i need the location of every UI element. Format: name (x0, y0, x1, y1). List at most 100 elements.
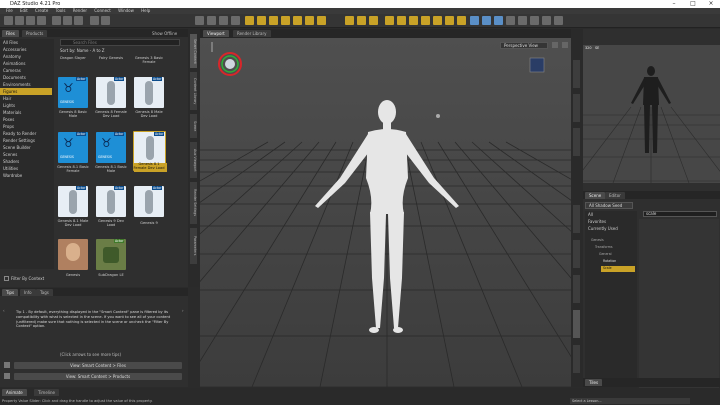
vtab-right-5[interactable] (572, 239, 581, 269)
active-pose-icon[interactable] (245, 16, 254, 25)
viewport-options-icon[interactable] (552, 42, 558, 48)
item-thumb-subdragon[interactable]: Actor (96, 239, 126, 270)
item-thumb-genesis81-male-dev[interactable]: Actor (58, 186, 88, 217)
item-thumb-genesis9[interactable]: Actor (134, 186, 164, 217)
sort-label[interactable]: Sort by: Name - A to Z (60, 48, 105, 53)
manipulator-icon[interactable] (195, 16, 204, 25)
undo-icon[interactable] (90, 16, 99, 25)
vtab-render-settings[interactable]: Render Settings (189, 181, 198, 225)
vtab-right-8[interactable] (572, 344, 581, 374)
tab-timeline[interactable]: Timeline (34, 389, 60, 396)
tab-viewport[interactable]: Viewport (203, 30, 229, 37)
lighting-icon[interactable] (530, 16, 539, 25)
node-dropdown[interactable]: All Shadow Seed (585, 202, 633, 209)
render-icon[interactable] (470, 16, 479, 25)
category-hair[interactable]: Hair (0, 95, 52, 102)
aux-viewport[interactable] (572, 45, 720, 184)
search-input[interactable]: Search Files (60, 39, 180, 46)
category-anatomy[interactable]: Anatomy (0, 53, 52, 60)
daz-connect-icon[interactable] (542, 16, 551, 25)
light-tool-icon[interactable] (457, 16, 466, 25)
show-offline-label[interactable]: Show Offline (152, 31, 177, 36)
category-render-settings[interactable]: Render Settings (0, 137, 52, 144)
tab-editor[interactable]: Editor (605, 192, 625, 199)
item-thumb-genesis81-basic-female[interactable]: ♉ GENESIS Actor (58, 132, 88, 163)
tree-genesis[interactable]: Genesis (591, 238, 631, 242)
next-tip-icon[interactable]: › (182, 308, 188, 338)
tab-tags[interactable]: Tags (36, 289, 53, 296)
param-group-all[interactable]: All (585, 211, 637, 218)
camera-select-icon[interactable] (518, 16, 527, 25)
category-shaders[interactable]: Shaders (0, 158, 52, 165)
category-materials[interactable]: Materials (0, 109, 52, 116)
vtab-scene[interactable]: Scene (189, 113, 198, 139)
param-group-currently-used[interactable]: Currently Used (585, 225, 637, 232)
category-accessories[interactable]: Accessories (0, 46, 52, 53)
tab-files[interactable]: Files (2, 30, 19, 37)
category-poses[interactable]: Poses (0, 116, 52, 123)
category-figures[interactable]: Figures (0, 88, 52, 95)
category-props[interactable]: Props (0, 123, 52, 130)
category-scene-builder[interactable]: Scene Builder (0, 144, 52, 151)
item-thumb-genesis8-female-dev[interactable]: Actor (96, 77, 126, 108)
category-scenes[interactable]: Scenes (0, 151, 52, 158)
tab-info[interactable]: Info (20, 289, 36, 296)
tab-products[interactable]: Products (22, 30, 48, 37)
maximize-icon[interactable]: □ (684, 0, 702, 8)
item-thumb-genesis[interactable] (58, 239, 88, 270)
help-icon[interactable] (554, 16, 563, 25)
grab-icon[interactable] (385, 16, 394, 25)
draw-style-icon[interactable] (506, 16, 515, 25)
vtab-right-6[interactable] (572, 274, 581, 304)
pin-icon[interactable] (257, 16, 266, 25)
export-icon[interactable] (74, 16, 83, 25)
tab-tips[interactable]: Tips (2, 289, 19, 296)
view-smart-content-files-button[interactable]: View: Smart Content > Files (14, 362, 182, 369)
lesson-dropdown[interactable]: Select a Lesson... (570, 398, 690, 404)
vtab-right-2[interactable] (572, 93, 581, 123)
category-documents[interactable]: Documents (0, 74, 52, 81)
node-selection-icon[interactable] (207, 16, 216, 25)
close-icon[interactable]: × (702, 0, 720, 8)
figure-tool-icon[interactable] (397, 16, 406, 25)
nav-cube-icon[interactable] (529, 57, 545, 73)
region-nav-icon[interactable] (231, 16, 240, 25)
category-environments[interactable]: Environments (0, 81, 52, 88)
camera-dropdown[interactable]: Perspective View (500, 42, 548, 49)
redo-icon[interactable] (101, 16, 110, 25)
vtab-content-library[interactable]: Content Library (189, 71, 198, 111)
category-all-files[interactable]: All Files (0, 39, 52, 46)
tab-scene-right[interactable]: Scene (585, 192, 606, 199)
joint-editor-icon[interactable] (269, 16, 278, 25)
tree-transforms[interactable]: Transforms (595, 245, 635, 249)
scale-icon[interactable] (305, 16, 314, 25)
param-search-input[interactable]: scale (643, 211, 717, 217)
rotate-icon[interactable] (293, 16, 302, 25)
tree-rotation[interactable]: Rotation (603, 259, 635, 263)
weight-map-icon[interactable] (409, 16, 418, 25)
item-thumb-genesis8-basic-male[interactable]: ♉ GENESIS Actor (58, 77, 88, 108)
category-wardrobe[interactable]: Wardrobe (0, 172, 52, 179)
category-cameras[interactable]: Cameras (0, 67, 52, 74)
save-icon[interactable] (26, 16, 35, 25)
viewport-3d[interactable]: Perspective View (0, 38, 720, 388)
open-icon[interactable] (15, 16, 24, 25)
save-as-icon[interactable] (37, 16, 46, 25)
vtab-parameters[interactable]: Parameters (189, 227, 198, 265)
vtab-right-1[interactable] (572, 59, 581, 89)
camera-tool-icon[interactable] (445, 16, 454, 25)
vtab-right-3[interactable] (572, 127, 581, 157)
universal-icon[interactable] (317, 16, 326, 25)
tab-tiles[interactable]: Tiles (585, 379, 603, 386)
viewport-menu-icon[interactable] (562, 42, 568, 48)
vtab-aux-viewport[interactable]: Aux Viewport (189, 141, 198, 179)
category-ready-to-render[interactable]: Ready to Render (0, 130, 52, 137)
vtab-right-4[interactable] (572, 204, 581, 234)
tree-scale-selected[interactable]: Scale (601, 266, 635, 272)
minimize-icon[interactable]: – (665, 0, 683, 8)
surface-selection-icon[interactable] (219, 16, 228, 25)
item-thumb-genesis8-male-dev[interactable]: Actor (134, 77, 164, 108)
tab-render-library[interactable]: Render Library (233, 30, 271, 37)
translate-icon[interactable] (281, 16, 290, 25)
render-settings-icon[interactable] (482, 16, 491, 25)
